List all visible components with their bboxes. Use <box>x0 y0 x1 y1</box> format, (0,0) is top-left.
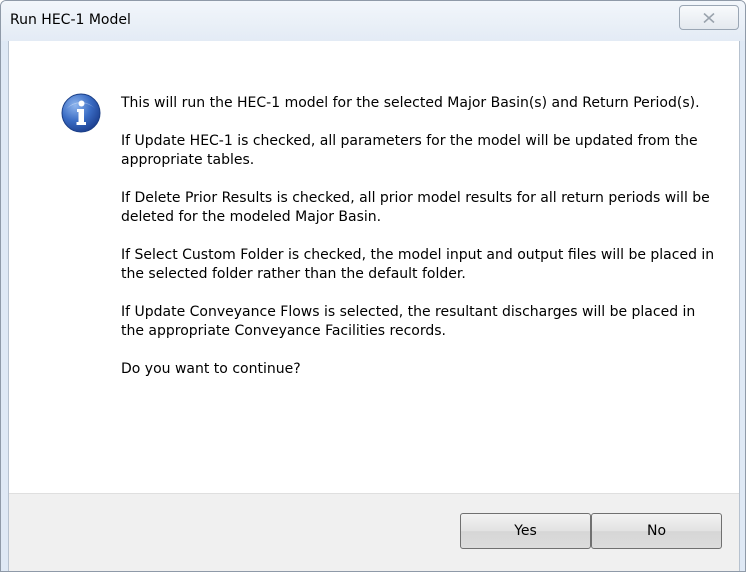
info-icon <box>61 93 101 133</box>
dialog-client-area: This will run the HEC-1 model for the se… <box>8 41 740 571</box>
button-bar: Yes No <box>9 493 739 571</box>
message-paragraph: If Update Conveyance Flows is selected, … <box>121 304 696 339</box>
close-icon <box>703 13 715 23</box>
message-text: This will run the HEC-1 model for the se… <box>121 94 721 398</box>
confirm-question: Do you want to continue? <box>121 361 301 377</box>
yes-button[interactable]: Yes <box>460 513 591 549</box>
title-bar[interactable]: Run HEC-1 Model <box>1 1 745 41</box>
close-button[interactable] <box>679 5 739 30</box>
dialog-window: Run HEC-1 Model This will run the HEC-1 … <box>0 0 746 572</box>
message-paragraph: If Delete Prior Results is checked, all … <box>121 190 710 225</box>
no-button[interactable]: No <box>591 513 722 549</box>
message-paragraph: This will run the HEC-1 model for the se… <box>121 95 700 111</box>
message-paragraph: If Update HEC-1 is checked, all paramete… <box>121 133 698 168</box>
message-paragraph: If Select Custom Folder is checked, the … <box>121 247 715 282</box>
window-title: Run HEC-1 Model <box>10 12 131 28</box>
message-area: This will run the HEC-1 model for the se… <box>9 41 739 493</box>
